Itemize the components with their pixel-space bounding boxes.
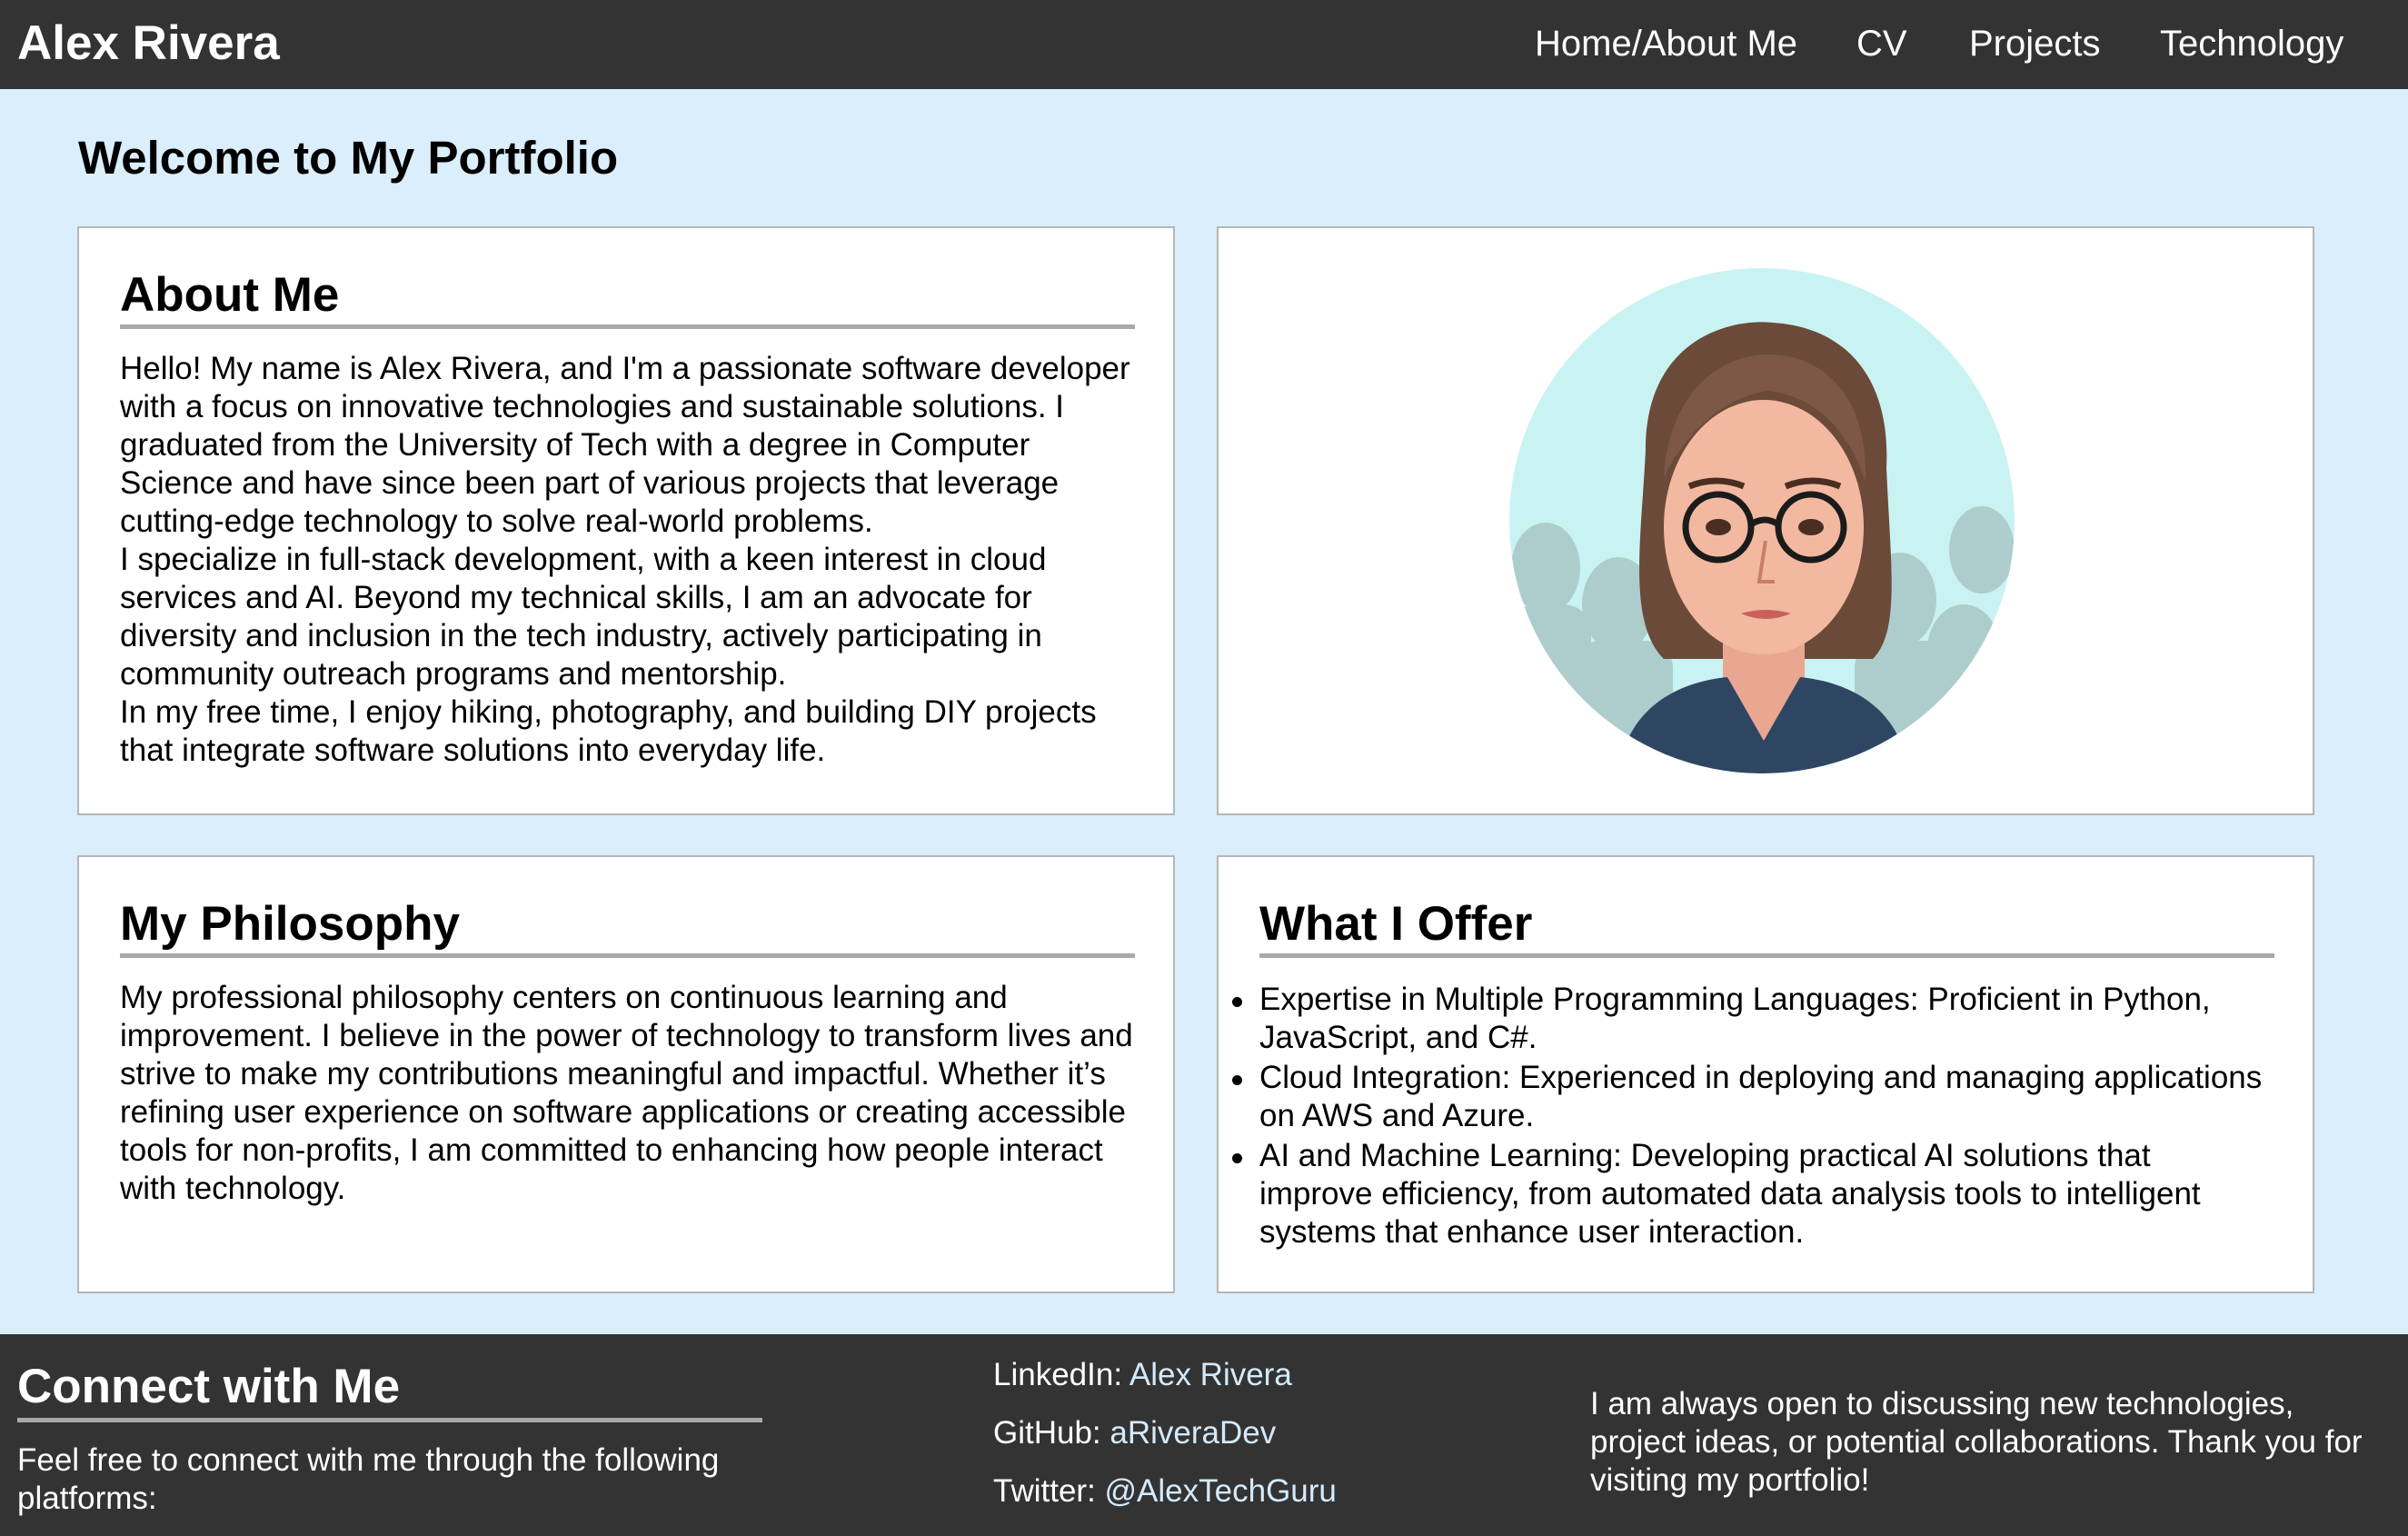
footer-intro: Feel free to connect with me through the…	[17, 1442, 720, 1516]
offer-item: AI and Machine Learning: Developing prac…	[1232, 1137, 2268, 1252]
avatar-card	[1217, 226, 2314, 815]
footer-closing-text: I am always open to discussing new techn…	[1590, 1386, 2363, 1498]
social-links: LinkedIn: Alex Rivera GitHub: aRiveraDev…	[993, 1356, 1337, 1531]
profile-avatar	[1509, 268, 2015, 773]
about-paragraph-3: In my free time, I enjoy hiking, photogr…	[120, 694, 1097, 768]
page-title: Welcome to My Portfolio	[78, 132, 619, 184]
top-navbar: Alex Rivera Home/About Me CV Projects Te…	[0, 0, 2408, 89]
nav-link-cv[interactable]: CV	[1856, 18, 1907, 69]
offer-heading: What I Offer	[1259, 897, 1533, 951]
nav-link-technology[interactable]: Technology	[2160, 18, 2343, 69]
github-link[interactable]: aRiveraDev	[1109, 1415, 1276, 1451]
social-label: Twitter:	[993, 1473, 1096, 1509]
offer-item: Expertise in Multiple Programming Langua…	[1232, 981, 2268, 1057]
offer-item: Cloud Integration: Experienced in deploy…	[1232, 1059, 2268, 1135]
philosophy-card: My Philosophy My professional philosophy…	[77, 855, 1175, 1293]
footer: Connect with Me Feel free to connect wit…	[0, 1334, 2408, 1536]
nav-link-projects[interactable]: Projects	[1969, 18, 2101, 69]
footer-heading-rule	[17, 1418, 762, 1422]
philosophy-text: My professional philosophy centers on co…	[120, 980, 1133, 1206]
about-card: About Me Hello! My name is Alex Rivera, …	[77, 226, 1175, 815]
linkedin-link[interactable]: Alex Rivera	[1129, 1357, 1292, 1392]
heading-rule	[120, 953, 1135, 958]
footer-heading: Connect with Me	[17, 1360, 401, 1413]
offer-card: What I Offer Expertise in Multiple Progr…	[1217, 855, 2314, 1293]
nav-link-home-about[interactable]: Home/About Me	[1535, 18, 1797, 69]
about-paragraph-2: I specialize in full-stack development, …	[120, 542, 1047, 692]
philosophy-heading: My Philosophy	[120, 897, 460, 951]
about-heading: About Me	[120, 268, 340, 322]
social-github: GitHub: aRiveraDev	[993, 1414, 1337, 1452]
avatar-illustration	[1509, 322, 2015, 773]
offer-list: Expertise in Multiple Programming Langua…	[1232, 981, 2268, 1253]
twitter-link[interactable]: @AlexTechGuru	[1105, 1473, 1337, 1509]
heading-rule	[120, 324, 1135, 329]
about-paragraph-1: Hello! My name is Alex Rivera, and I'm a…	[120, 351, 1130, 539]
social-label: LinkedIn:	[993, 1357, 1123, 1392]
heading-rule	[1259, 953, 2274, 958]
social-linkedin: LinkedIn: Alex Rivera	[993, 1356, 1337, 1394]
site-brand[interactable]: Alex Rivera	[17, 16, 280, 71]
social-label: GitHub:	[993, 1415, 1101, 1451]
social-twitter: Twitter: @AlexTechGuru	[993, 1472, 1337, 1511]
